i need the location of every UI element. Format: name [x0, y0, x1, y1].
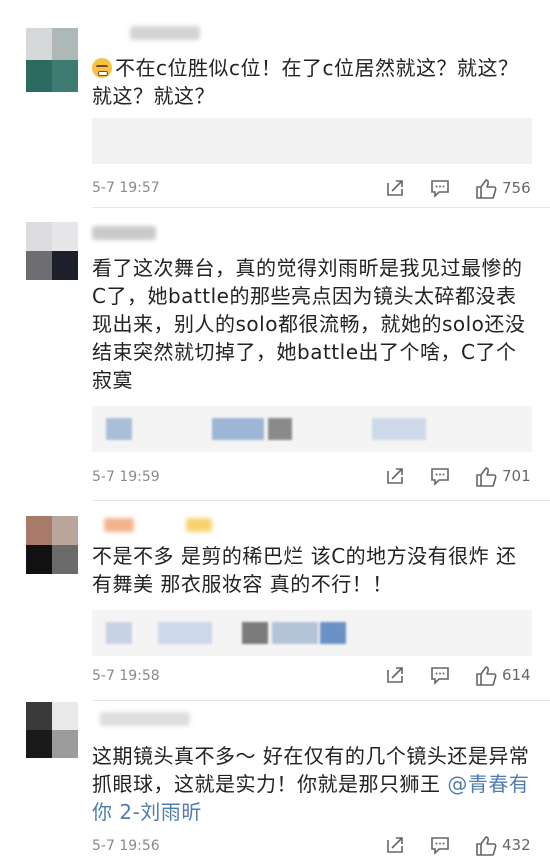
like-icon[interactable] [474, 664, 498, 688]
repost-icon[interactable] [384, 664, 406, 686]
divider [92, 500, 550, 501]
user-badge [186, 518, 212, 532]
divider [92, 207, 550, 208]
repost-icon[interactable] [384, 834, 406, 856]
comment-text: 看了这次舞台，真的觉得刘雨昕是我见过最惨的C了，她battle的那些亮点因为镜头… [92, 256, 526, 392]
avatar[interactable] [26, 516, 78, 574]
avatar[interactable] [26, 222, 78, 280]
like-icon[interactable] [474, 834, 498, 858]
like-icon[interactable] [474, 465, 498, 489]
repost-preview[interactable] [92, 610, 532, 656]
timestamp: 5-7 19:56 [92, 838, 160, 854]
like-count: 432 [502, 836, 531, 854]
comment-text: 这期镜头真不多～ 好在仅有的几个镜头还是异常抓眼球，这就是实力！你就是那只狮王 … [92, 744, 530, 824]
action-bar: 756 [384, 177, 544, 201]
like-icon[interactable] [474, 177, 498, 201]
action-bar: 701 [384, 465, 544, 489]
repost-preview[interactable] [92, 406, 532, 452]
avatar[interactable] [26, 702, 78, 758]
timestamp: 5-7 19:59 [92, 469, 160, 485]
comment-text: 不是不多 是剪的稀巴烂 该C的地方没有很炸 还有舞美 那衣服妆容 真的不行！！ [92, 544, 517, 596]
comment-text: 不在c位胜似c位！在了c位居然就这？就这？就这？就这？ [92, 56, 519, 108]
comment-icon[interactable] [429, 664, 451, 686]
username[interactable] [130, 26, 200, 40]
username[interactable] [100, 712, 190, 726]
username[interactable] [104, 518, 134, 532]
repost-preview[interactable] [92, 118, 532, 164]
divider [92, 700, 550, 701]
comment-icon[interactable] [429, 465, 451, 487]
action-bar: 432 [384, 834, 544, 858]
timestamp: 5-7 19:58 [92, 668, 160, 684]
repost-icon[interactable] [384, 465, 406, 487]
action-bar: 614 [384, 664, 544, 688]
comment-icon[interactable] [429, 834, 451, 856]
timestamp: 5-7 19:57 [92, 180, 160, 196]
avatar[interactable] [26, 28, 78, 92]
grinning-emoji-icon [92, 58, 112, 78]
repost-icon[interactable] [384, 177, 406, 199]
username[interactable] [92, 226, 156, 240]
comment-icon[interactable] [429, 177, 451, 199]
like-count: 756 [502, 179, 531, 197]
like-count: 701 [502, 467, 531, 485]
like-count: 614 [502, 666, 531, 684]
